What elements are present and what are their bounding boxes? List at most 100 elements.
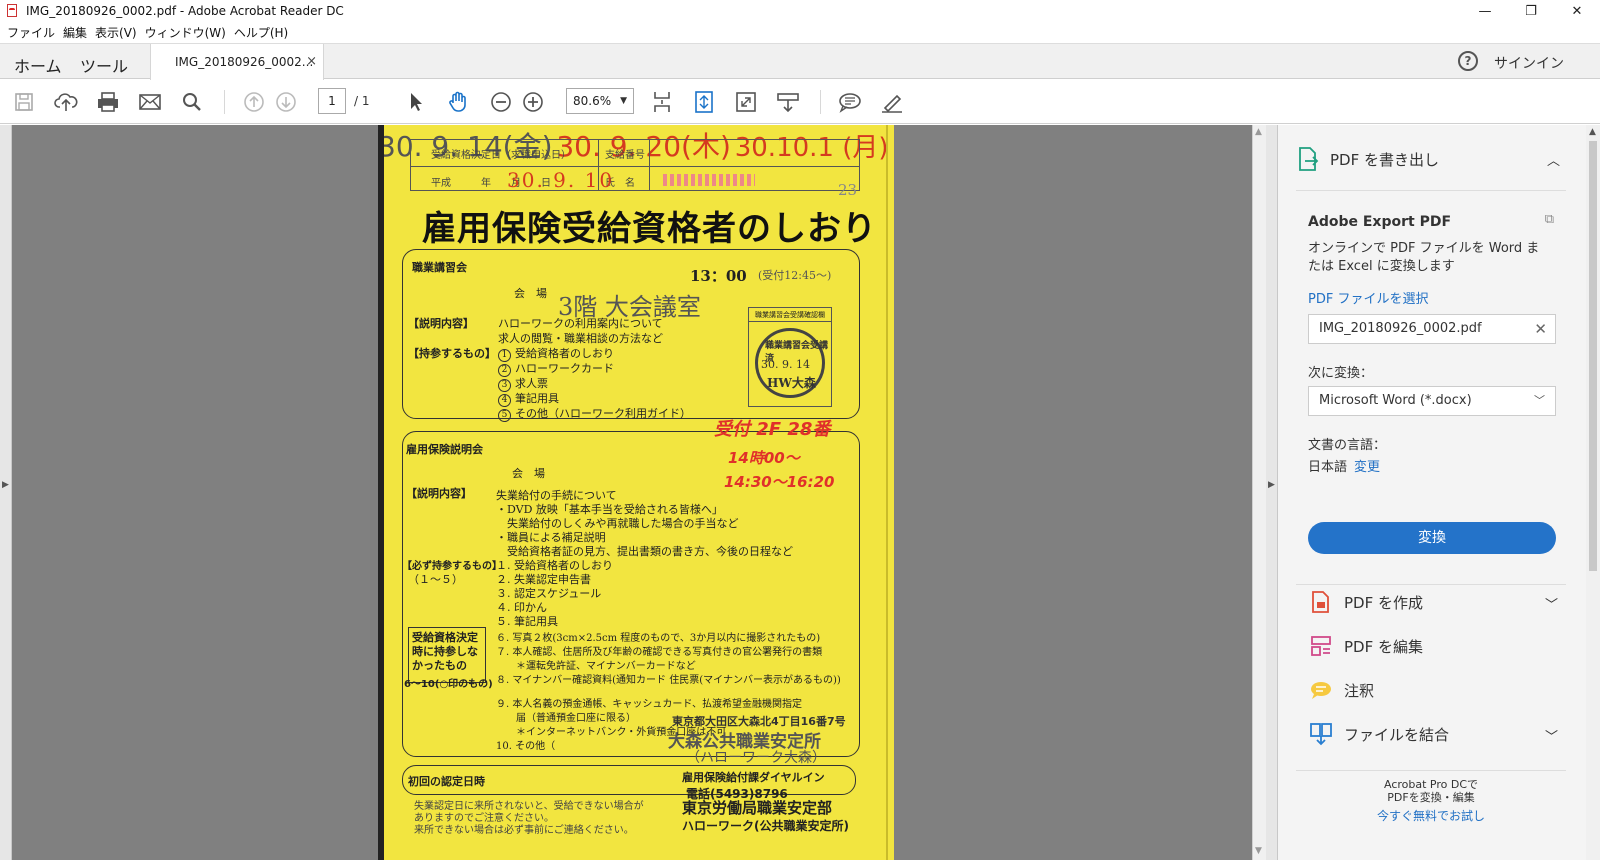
read-mode-icon[interactable] [776,90,800,114]
search-icon[interactable] [180,90,204,114]
zoom-select[interactable]: 80.6% ▼ [566,88,634,114]
s2-handwritten-range: 14:30〜16:20 [724,473,835,491]
comment-bubble-icon [1308,678,1334,702]
zoom-in-icon[interactable] [521,90,545,114]
s2-item-7-note: ＊運転免許証、マイナンバーカードなど [496,661,696,672]
print-icon[interactable] [96,90,120,114]
issuer-name: 東京労働局職業安定部 [682,799,833,817]
pane-scrollbar[interactable]: ▲ [1586,125,1600,860]
stamp-line-2: 30. 9. 14 [761,358,810,371]
right-panel-toggle[interactable]: ▶ [1266,125,1278,860]
pane-scroll-thumb[interactable] [1589,141,1597,571]
export-card-title: Adobe Export PDF [1308,214,1452,230]
create-pdf-item[interactable]: PDF を作成 ﹀ [1296,582,1566,622]
combine-files-label: ファイルを結合 [1344,725,1450,744]
menu-window[interactable]: ウィンドウ(W) [145,24,226,41]
page-number-input[interactable]: 1 [318,88,346,114]
s1-item-5: 5 その他（ハローワーク利用ガイド） [498,405,691,422]
prev-page-icon[interactable] [242,90,266,114]
attendance-stamp: 職業講習会受講確認欄 職業講習会受講済 30. 9. 14 HW大森 [748,307,832,407]
scroll-up-icon[interactable]: ▲ [1255,127,1262,137]
chevron-down-icon: ▼ [620,96,627,106]
select-pdf-link[interactable]: PDF ファイルを選択 [1308,288,1428,307]
collapse-right-icon[interactable]: ▶ [1268,480,1275,490]
select-tool-icon[interactable] [404,90,428,114]
combine-files-icon [1308,722,1334,746]
chevron-up-icon[interactable]: ︿ [1547,150,1560,169]
cloud-upload-icon[interactable] [54,90,78,114]
convert-to-select[interactable]: Microsoft Word (*.docx) ﹀ [1308,386,1556,416]
s2-item-7: ７. 本人確認、住居所及び年齢の確認できる写真付きの官公署発行の書類 [496,647,823,658]
document-scrollbar[interactable]: ▲ ▼ [1252,125,1266,860]
redacted-name [663,174,755,186]
s1-time: 13：00 [690,267,747,285]
change-language-link[interactable]: 変更 [1354,456,1380,475]
selected-file-field[interactable]: IMG_20180926_0002.pdf ✕ [1308,314,1556,344]
s1-content-label: 【説明内容】 [408,317,474,330]
tab-tools[interactable]: ツール [80,53,128,77]
convert-to-label: 次に変換： [1308,366,1374,381]
scroll-down-icon[interactable]: ▼ [1255,846,1262,856]
s2-missing-note: 6〜10(○印のもの) [404,679,493,690]
header-box-left: 受給資格決定日（求職申込日） 平成 年 月 日 30. 9. 10 [410,139,650,192]
s2-bring-label: 【必ず持参するもの】 [402,561,502,572]
comment-item[interactable]: 注釈 [1296,670,1566,710]
menu-file[interactable]: ファイル [7,24,55,41]
pdf-page: 支給番号 氏 名 受給資格決定日（求職申込日） 平成 年 月 日 30. 9. … [378,125,894,860]
chevron-down-icon[interactable]: ﹀ [1545,726,1558,745]
s2-bring-range: （１〜５） [408,573,463,586]
s2-item-8: ８. マイナンバー確認資料(通知カード 住民票(マイナンバー表示があるもの)) [496,675,841,686]
clear-file-icon[interactable]: ✕ [1534,315,1547,343]
full-screen-icon[interactable] [734,90,758,114]
left-panel-toggle[interactable]: ▶ [0,125,12,860]
signin-link[interactable]: サインイン [1494,53,1564,73]
tab-home[interactable]: ホーム [14,53,62,77]
pane-scroll-up-icon[interactable]: ▲ [1589,127,1596,137]
pane-divider [1296,190,1566,191]
restore-button[interactable]: ❐ [1508,0,1554,22]
export-pdf-icon [1299,147,1319,171]
s2-item-9-cont: 届（普通預金口座に限る） [496,713,636,724]
page-scroll-icon[interactable] [650,90,674,114]
edit-pdf-item[interactable]: PDF を編集 [1296,626,1566,666]
document-title: 雇用保険受給資格者のしおり [422,209,877,249]
tab-document[interactable]: IMG_20180926_0002... × [150,44,324,80]
zoom-out-icon[interactable] [489,90,513,114]
convert-to-value: Microsoft Word (*.docx) [1319,393,1472,408]
tab-close-icon[interactable]: × [306,54,317,69]
chevron-down-icon[interactable]: ﹀ [1545,594,1558,613]
menu-edit[interactable]: 編集 [63,24,87,41]
menu-view[interactable]: 表示(V) [95,24,137,41]
sign-pen-icon[interactable] [880,90,904,114]
comment-icon[interactable] [838,90,862,114]
s1-bring-label: 【持参するもの】 [408,347,496,360]
s3-label: 初回の認定日時 [408,775,485,788]
s2-missing-box-text: 受給資格決定時に持参しなかったもの [412,631,478,672]
free-trial-link[interactable]: 今すぐ無料でお試し [1296,810,1566,823]
s2-item-10: 10. その他（ [496,741,556,752]
combine-files-item[interactable]: ファイルを結合 ﹀ [1296,714,1566,754]
chevron-down-icon: ﹀ [1534,394,1545,407]
save-icon[interactable] [12,90,36,114]
page-edge [378,125,384,860]
expand-left-icon[interactable]: ▶ [2,480,9,490]
s1-reception: (受付12:45〜) [758,269,832,282]
s2-label: 雇用保険説明会 [406,443,483,456]
tab-document-label: IMG_20180926_0002... [175,55,314,69]
fit-page-icon[interactable] [692,90,716,114]
email-icon[interactable] [138,90,162,114]
menu-help[interactable]: ヘルプ(H) [234,24,288,41]
export-pdf-header[interactable]: PDF を書き出し ︿ [1296,144,1566,174]
hand-tool-icon[interactable] [446,90,470,114]
window-title: IMG_20180926_0002.pdf - Adobe Acrobat Re… [26,4,344,18]
edit-pdf-label: PDF を編集 [1344,637,1423,656]
decision-date-label: 受給資格決定日（求職申込日） [431,150,571,161]
office-nickname: （ハローワーク大森） [686,750,826,766]
create-pdf-label: PDF を作成 [1344,593,1423,612]
convert-button[interactable]: 変換 [1308,522,1556,554]
next-page-icon[interactable] [274,90,298,114]
help-icon[interactable]: ? [1458,51,1478,71]
close-button[interactable]: ✕ [1554,0,1600,22]
minimize-button[interactable]: — [1462,0,1508,22]
copy-icon[interactable]: ⧉ [1545,212,1554,227]
